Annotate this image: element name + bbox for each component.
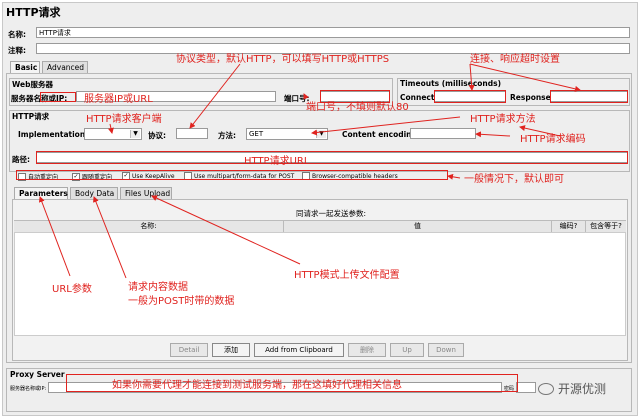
- protocol-label: 协议:: [148, 131, 166, 140]
- tab-advanced[interactable]: Advanced: [42, 61, 88, 73]
- annotation-body-line1: 请求内容数据: [128, 282, 188, 293]
- annotation-port: 端口号，不填则默认80: [306, 102, 409, 113]
- annotation-implementation: HTTP请求客户端: [86, 114, 162, 125]
- highlight-path-box: [36, 151, 628, 164]
- chevron-down-icon: ▼: [130, 130, 140, 138]
- annotation-params: URL参数: [52, 284, 92, 295]
- params-table-title: 同请求一起发送参数:: [296, 209, 367, 218]
- encoding-label: Content encoding:: [342, 130, 420, 139]
- annotation-files: HTTP模式上传文件配置: [294, 270, 400, 281]
- method-value: GET: [249, 130, 264, 138]
- proxy-label: Proxy Server: [10, 370, 65, 379]
- detail-button[interactable]: Detail: [170, 343, 208, 357]
- annotation-body-line2: 一般为POST时带的数据: [128, 296, 235, 307]
- annotation-server: 服务器IP或URL: [84, 94, 153, 105]
- response-label: Response:: [510, 93, 554, 102]
- name-label: 名称:: [8, 30, 26, 39]
- method-label: 方法:: [218, 131, 236, 140]
- delete-button[interactable]: 删除: [348, 343, 386, 357]
- add-from-clipboard-button[interactable]: Add from Clipboard: [254, 343, 344, 357]
- proxy-server-label: 服务器名称或IP:: [10, 386, 47, 392]
- highlight-checkbox-box: [16, 170, 448, 180]
- highlight-connect-box: [434, 90, 506, 103]
- add-button[interactable]: 添加: [212, 343, 250, 357]
- column-encode: 编码?: [552, 221, 586, 232]
- highlight-server-box: [40, 92, 76, 102]
- column-name: 名称:: [14, 221, 284, 232]
- implementation-select[interactable]: ▼: [84, 128, 142, 140]
- highlight-response-box: [550, 90, 628, 103]
- implementation-label: Implementation:: [18, 130, 89, 139]
- watermark-text: 开源优测: [558, 382, 607, 396]
- annotation-checkboxes: 一般情况下，默认即可: [464, 174, 564, 185]
- tab-files-upload[interactable]: Files Upload: [120, 187, 172, 199]
- wechat-logo-icon: [538, 382, 554, 395]
- watermark: 开源优测: [538, 380, 606, 397]
- column-include-equals: 包含等于?: [590, 222, 622, 230]
- encoding-input[interactable]: [410, 128, 476, 139]
- annotation-timeouts: 连接、响应超时设置: [470, 54, 560, 65]
- tab-parameters[interactable]: Parameters: [14, 187, 68, 199]
- up-button[interactable]: Up: [390, 343, 424, 357]
- tab-body-data[interactable]: Body Data: [70, 187, 118, 199]
- comment-label: 注释:: [8, 46, 26, 55]
- column-value: 值: [284, 221, 552, 232]
- method-select[interactable]: GET ▼: [246, 128, 328, 140]
- http-request-label: HTTP请求: [12, 112, 50, 121]
- timeouts-label: Timeouts (milliseconds): [400, 79, 502, 88]
- down-button[interactable]: Down: [428, 343, 464, 357]
- annotation-path: HTTP请求URI: [244, 156, 307, 167]
- params-table-body[interactable]: [14, 232, 626, 336]
- annotation-encoding: HTTP请求编码: [520, 134, 586, 145]
- chevron-down-icon: ▼: [316, 130, 326, 138]
- proxy-password-input[interactable]: [516, 382, 536, 393]
- path-label: 路径:: [12, 155, 30, 164]
- annotation-proxy: 如果你需要代理才能连接到测试服务端，那在这填好代理相关信息: [112, 380, 402, 391]
- name-input[interactable]: HTTP请求: [36, 27, 630, 38]
- window-title: HTTP请求: [6, 6, 61, 19]
- web-server-label: Web服务器: [12, 80, 53, 89]
- protocol-input[interactable]: [176, 128, 208, 139]
- annotation-method: HTTP请求方法: [470, 114, 536, 125]
- tab-basic[interactable]: Basic: [10, 61, 40, 73]
- annotation-protocol: 协议类型，默认HTTP，可以填写HTTP或HTTPS: [176, 54, 390, 65]
